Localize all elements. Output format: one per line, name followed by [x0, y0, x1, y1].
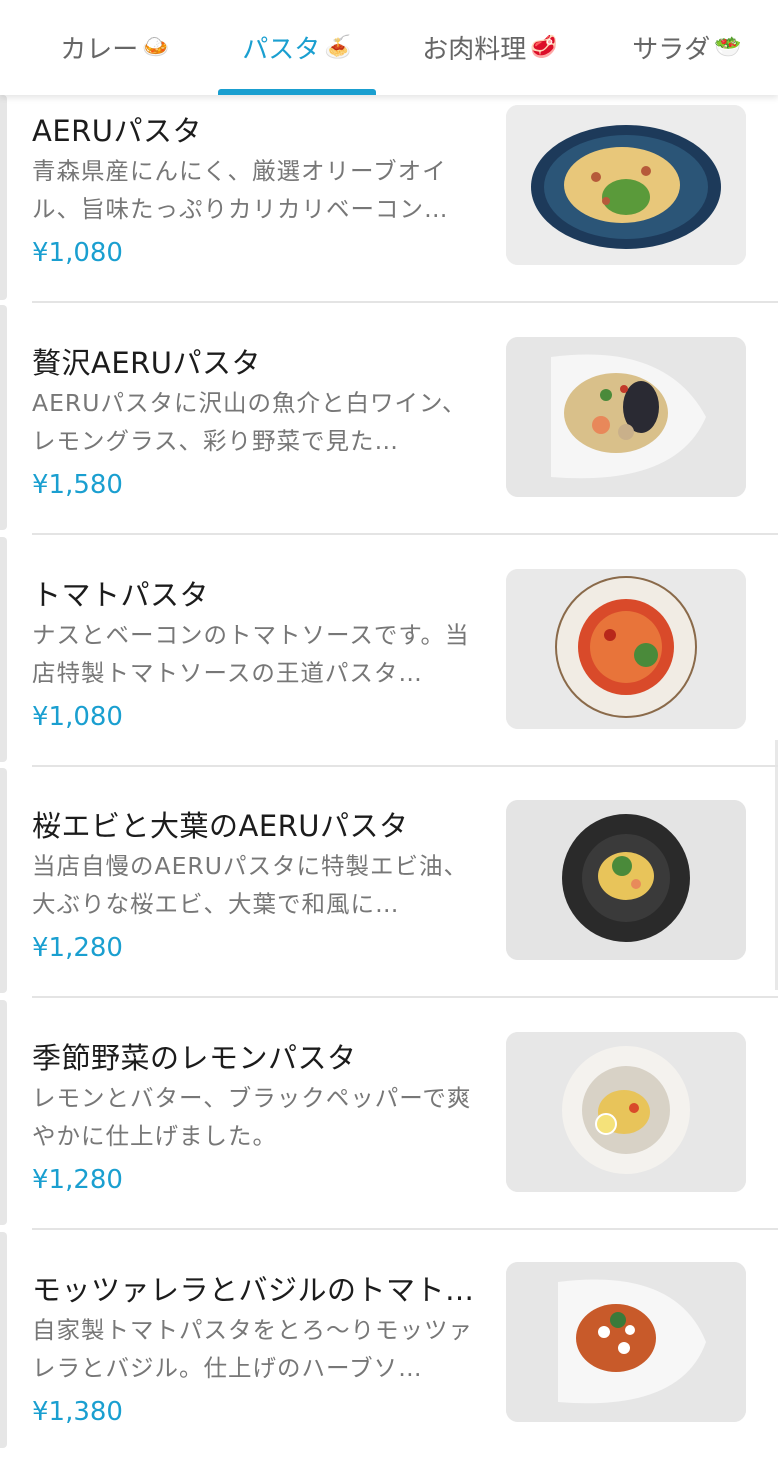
tab-label: パスタ	[242, 35, 321, 65]
tab-curry[interactable]: カレー 🍛	[30, 0, 200, 95]
item-name: 季節野菜のレモンパスタ	[32, 1041, 357, 1075]
menu-item[interactable]: 季節野菜のレモンパスタ レモンとバター、ブラックペッパーで爽やかに仕上げました。…	[32, 999, 778, 1230]
tab-meat[interactable]: お肉料理 🥩	[402, 0, 578, 95]
menu-item[interactable]: 贅沢AERUパスタ AERUパスタに沢山の魚介と白ワイン、レモングラス、彩り野菜…	[32, 304, 778, 535]
item-name: トマトパスタ	[32, 578, 210, 612]
menu-item[interactable]: トマトパスタ ナスとベーコンのトマトソースです。当店特製トマトソースの王道パスタ…	[32, 536, 778, 767]
divider	[32, 301, 778, 303]
edge-strip	[0, 305, 7, 530]
tab-pasta[interactable]: パスタ 🍝	[218, 0, 376, 95]
menu-item[interactable]: AERUパスタ 青森県産にんにく、厳選オリーブオイル、旨味たっぷりカリカリベーコ…	[32, 72, 778, 303]
pasta-icon: 🍝	[324, 35, 352, 60]
edge-strip	[0, 768, 7, 993]
menu-item[interactable]: モッツァレラとバジルのトマト… 自家製トマトパスタをとろ〜りモッツァレラとバジル…	[32, 1231, 778, 1462]
menu-item[interactable]: 桜エビと大葉のAERUパスタ 当店自慢のAERUパスタに特製エビ油、大ぶりな桜エ…	[32, 767, 778, 998]
active-tab-indicator	[218, 89, 376, 95]
item-price: ¥1,080	[32, 702, 123, 732]
tab-salad[interactable]: サラダ 🥗	[612, 0, 762, 95]
item-price: ¥1,280	[32, 1165, 123, 1195]
salad-icon: 🥗	[714, 35, 742, 60]
item-price: ¥1,280	[32, 933, 123, 963]
item-photo[interactable]	[506, 800, 746, 960]
curry-icon: 🍛	[142, 35, 170, 60]
tab-label: お肉料理	[422, 35, 527, 65]
item-description: 自家製トマトパスタをとろ〜りモッツァレラとバジル。仕上げのハーブソ…	[32, 1316, 473, 1382]
category-tab-bar: カレー 🍛 パスタ 🍝 お肉料理 🥩 サラダ 🥗	[0, 0, 778, 95]
item-description: ナスとベーコンのトマトソースです。当店特製トマトソースの王道パスタ…	[32, 621, 470, 687]
item-photo[interactable]	[506, 1262, 746, 1422]
edge-strip	[0, 1000, 7, 1225]
divider	[32, 533, 778, 535]
item-description: 青森県産にんにく、厳選オリーブオイル、旨味たっぷりカリカリベーコン…	[32, 157, 449, 223]
item-price: ¥1,380	[32, 1397, 123, 1427]
item-photo[interactable]	[506, 105, 746, 265]
steak-icon: 🥩	[530, 35, 558, 60]
item-price: ¥1,080	[32, 238, 123, 268]
item-description: レモンとバター、ブラックペッパーで爽やかに仕上げました。	[32, 1084, 472, 1150]
item-photo[interactable]	[506, 569, 746, 729]
tab-label: サラダ	[632, 35, 711, 65]
item-name: 贅沢AERUパスタ	[32, 346, 262, 380]
edge-strip	[0, 95, 7, 300]
item-photo[interactable]	[506, 337, 746, 497]
item-price: ¥1,580	[32, 470, 123, 500]
item-name: モッツァレラとバジルのトマト…	[32, 1273, 475, 1307]
divider	[32, 996, 778, 998]
item-name: 桜エビと大葉のAERUパスタ	[32, 809, 409, 843]
item-description: 当店自慢のAERUパスタに特製エビ油、大ぶりな桜エビ、大葉で和風に…	[32, 852, 468, 918]
tab-label: カレー	[60, 35, 139, 65]
item-name: AERUパスタ	[32, 114, 203, 148]
item-photo[interactable]	[506, 1032, 746, 1192]
edge-strip	[0, 1232, 7, 1448]
divider	[32, 1228, 778, 1230]
edge-strip	[0, 537, 7, 762]
item-description: AERUパスタに沢山の魚介と白ワイン、レモングラス、彩り野菜で見た…	[32, 389, 467, 455]
